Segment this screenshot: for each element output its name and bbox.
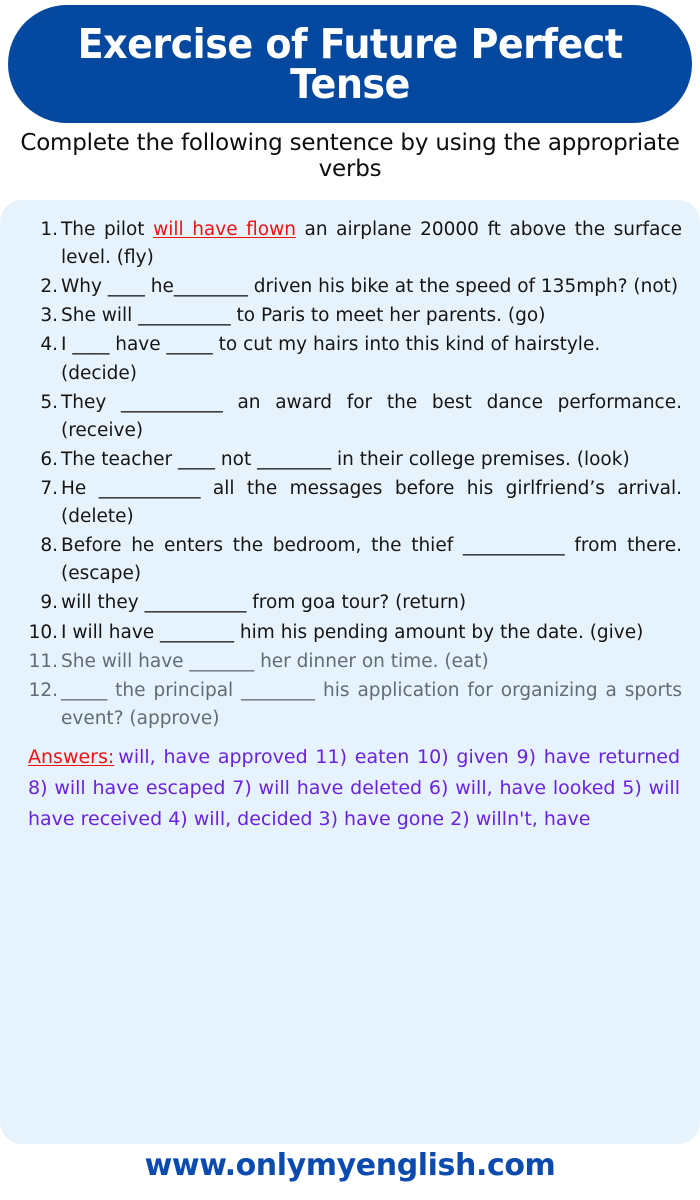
exercise-item-prompt: She will __________ to Paris to meet her… — [61, 305, 546, 327]
exercise-item: 7. He ___________ all the messages before… — [18, 475, 682, 531]
exercise-item-text: She will __________ to Paris to meet her… — [61, 302, 682, 330]
exercise-item-text: _____ the principal ________ his applica… — [61, 677, 682, 733]
exercise-item: 10. I will have ________ him his pending … — [18, 619, 682, 647]
exercise-item-number: 8. — [40, 535, 58, 557]
exercise-item: 4. I ____ have _____ to cut my hairs into… — [18, 331, 682, 387]
answers-text: will, have approved 11) eaten 10) given … — [28, 745, 680, 830]
exercise-item-text: He ___________ all the messages before h… — [61, 475, 682, 531]
exercise-item-filled-answer: will have flown — [153, 219, 296, 240]
exercise-item-number: 3. — [40, 305, 58, 327]
exercise-item: 1. The pilot will have flown an airplane … — [18, 216, 682, 272]
exercise-item-text: The teacher ____ not ________ in their c… — [61, 446, 682, 474]
header-banner: Exercise of Future Perfect Tense — [8, 5, 692, 123]
exercise-item-number: 4. — [40, 334, 58, 356]
exercise-item: 8. Before he enters the bedroom, the thie… — [18, 532, 682, 588]
exercise-item-text: Why ____ he________ driven his bike at t… — [61, 273, 682, 301]
exercise-item-text: I will have ________ him his pending amo… — [61, 619, 682, 647]
exercise-item-prompt: Before he enters the bedroom, the thief … — [61, 535, 682, 585]
exercise-item-number: 6. — [40, 448, 58, 470]
exercise-item-number: 1. — [40, 219, 58, 240]
exercise-item-prompt: She will have _______ her dinner on time… — [61, 650, 489, 672]
website-url[interactable]: www.onlymyenglish.com — [0, 1148, 700, 1183]
exercise-item-prompt: I ____ have _____ to cut my hairs into t… — [61, 334, 601, 384]
exercise-item-number: 10. — [28, 621, 58, 643]
exercise-item-prompt: The pilot — [61, 219, 154, 240]
exercise-item-text: She will have _______ her dinner on time… — [61, 648, 682, 676]
exercise-item-prompt: will they ___________ from goa tour? (re… — [61, 592, 467, 614]
answers-section: Answers: will, have approved 11) eaten 10… — [18, 742, 682, 834]
exercise-item-prompt: The teacher ____ not ________ in their c… — [61, 448, 630, 470]
exercise-item: 5. They ___________ an award for the best… — [18, 389, 682, 445]
exercise-item: 6. The teacher ____ not ________ in their… — [18, 446, 682, 474]
instruction-text: Complete the following sentence by using… — [20, 130, 680, 182]
exercise-item-text: I ____ have _____ to cut my hairs into t… — [61, 331, 682, 387]
exercise-item-number: 2. — [40, 276, 58, 298]
exercise-item: 11. She will have _______ her dinner on t… — [18, 648, 682, 676]
exercise-item-prompt: He ___________ all the messages before h… — [61, 477, 682, 528]
exercise-item-prompt: They ___________ an award for the best d… — [61, 391, 682, 441]
exercise-item: 9. will they ___________ from goa tour? (… — [18, 589, 682, 617]
exercise-item-text: Before he enters the bedroom, the thief … — [61, 532, 682, 588]
exercise-item-number: 5. — [40, 391, 58, 413]
exercise-item-prompt: Why ____ he________ driven his bike at t… — [61, 276, 679, 298]
exercise-item-number: 12. — [28, 679, 58, 701]
exercise-item-prompt: I will have ________ him his pending amo… — [61, 621, 644, 643]
exercise-item-number: 9. — [40, 592, 58, 614]
page-title: Exercise of Future Perfect Tense — [77, 19, 623, 108]
exercise-item: 3. She will __________ to Paris to meet h… — [18, 302, 682, 330]
exercise-item-text: The pilot will have flown an airplane 20… — [61, 216, 682, 272]
exercise-item-prompt: _____ the principal ________ his applica… — [61, 679, 682, 729]
exercise-item-number: 7. — [40, 477, 58, 499]
exercise-panel: 1. The pilot will have flown an airplane … — [0, 200, 700, 1144]
exercise-list: 1. The pilot will have flown an airplane … — [18, 216, 682, 733]
exercise-item-number: 11. — [28, 650, 58, 672]
exercise-item-text: will they ___________ from goa tour? (re… — [61, 589, 682, 617]
exercise-item: 12. _____ the principal ________ his appl… — [18, 677, 682, 733]
answers-label: Answers: — [28, 745, 115, 768]
exercise-item-text: They ___________ an award for the best d… — [61, 389, 682, 445]
exercise-item: 2. Why ____ he________ driven his bike at… — [18, 273, 682, 301]
